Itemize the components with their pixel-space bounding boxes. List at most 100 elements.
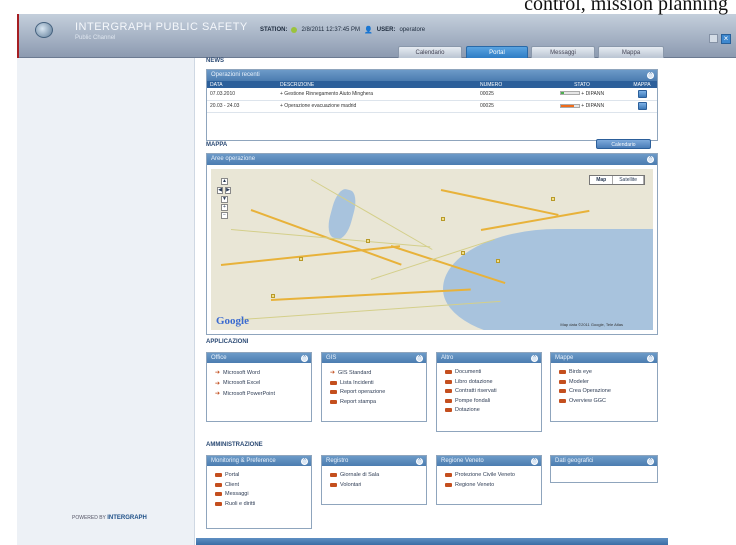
collapse-icon[interactable]: ^	[416, 355, 423, 362]
map-type-map[interactable]: Map	[590, 176, 614, 184]
list-item[interactable]: Report stampa	[330, 399, 420, 405]
city-marker	[271, 294, 275, 298]
list-item-label: Client	[225, 481, 240, 488]
pan-left-icon[interactable]: ◀	[217, 187, 223, 194]
folder-icon	[215, 482, 222, 487]
progress-bar	[559, 103, 580, 108]
map-panel: Aree operazione ^ ▲ ◀ ▶ ▼ + − Map Satell…	[206, 153, 658, 335]
folder-icon	[330, 482, 337, 487]
list-item[interactable]: Regione Veneto	[445, 482, 535, 488]
collapse-icon[interactable]: ^	[531, 355, 538, 362]
folder-icon	[559, 398, 566, 403]
list-item-label: Contratti riservati	[455, 388, 497, 394]
close-button[interactable]: ×	[721, 34, 731, 44]
app-card-mappe: Mappe ^ Birds eye Modeler Crea Operazione…	[550, 352, 658, 422]
list-item[interactable]: Client	[215, 482, 305, 488]
zoom-in-icon[interactable]: +	[221, 204, 228, 211]
card-header: Regione Veneto ^	[437, 456, 541, 466]
pan-down-icon[interactable]: ▼	[221, 196, 228, 203]
list-item[interactable]: ➔ Microsoft Word	[215, 369, 305, 377]
list-item[interactable]: Messaggi	[215, 491, 305, 497]
list-item[interactable]: Documenti	[445, 369, 535, 375]
list-item[interactable]: Modeler	[559, 379, 651, 385]
top-bar: INTERGRAPH PUBLIC SAFETY Public Channel …	[17, 14, 736, 60]
cell-number: 00025	[477, 88, 537, 101]
powered-by: POWERED BY INTERGRAPH	[72, 515, 147, 521]
folder-icon	[330, 380, 337, 385]
cell-description[interactable]: + Operazione evacuazione madrid	[277, 100, 477, 113]
pan-up-icon[interactable]: ▲	[221, 178, 228, 185]
arrow-icon: ➔	[215, 391, 221, 397]
arrow-icon: ➔	[215, 370, 221, 376]
station-value: 2/8/2011 12:37:45 PM	[301, 27, 361, 33]
cell-status: + DIPANN	[537, 100, 627, 113]
list-item[interactable]: Giornale di Sala	[330, 472, 420, 478]
collapse-icon[interactable]: ^	[301, 355, 308, 362]
minimize-button[interactable]	[709, 34, 718, 43]
road	[270, 288, 471, 301]
calendar-button[interactable]: Calendario	[596, 139, 651, 149]
list-item[interactable]: Portal	[215, 472, 305, 478]
bottom-bar	[196, 538, 668, 545]
app-card-altro: Altro ^ Documenti Libro dotazione Contrat…	[436, 352, 542, 432]
list-item-label: Giornale di Sala	[340, 472, 380, 478]
list-item[interactable]: ➔ Microsoft Excel	[215, 380, 305, 387]
map-type-satellite[interactable]: Satellite	[613, 176, 644, 184]
collapse-icon[interactable]: ^	[647, 156, 654, 163]
cell-map	[627, 88, 657, 101]
collapse-icon[interactable]: ^	[531, 458, 538, 465]
city-marker	[461, 251, 465, 255]
list-item[interactable]: Ruoli e diritti	[215, 501, 305, 507]
user-value: operatore	[399, 27, 426, 33]
list-item[interactable]: Dotazione	[445, 407, 535, 413]
status-text: + DIPANN	[581, 90, 605, 97]
city-marker	[496, 259, 500, 263]
list-item[interactable]: ➔ GIS Standard	[330, 369, 420, 377]
collapse-icon[interactable]: ^	[647, 458, 654, 465]
brand-title: INTERGRAPH PUBLIC SAFETY	[75, 21, 248, 33]
zoom-control: ▲ ◀ ▶ ▼ + −	[216, 177, 232, 220]
folder-icon	[559, 379, 566, 384]
cell-status: + DIPANN	[537, 88, 627, 101]
card-title: Monitoring & Preference	[211, 458, 276, 464]
list-item[interactable]: ➔ Microsoft PowerPoint	[215, 390, 305, 398]
cell-description[interactable]: + Gestione Rinnegamento Aiuto Minghera	[277, 88, 477, 101]
admin-card-dati: Dati geografici ^	[550, 455, 658, 483]
folder-icon	[445, 398, 452, 403]
progress-bar	[559, 91, 580, 96]
pan-right-icon[interactable]: ▶	[225, 187, 231, 194]
list-item[interactable]: Volontari	[330, 482, 420, 488]
cell-map	[627, 100, 657, 113]
list-item-label: Report operazione	[340, 389, 386, 395]
collapse-icon[interactable]: ^	[647, 355, 654, 362]
list-item[interactable]: Libro dotazione	[445, 379, 535, 385]
collapse-icon[interactable]: ^	[301, 458, 308, 465]
list-item[interactable]: Pompe fondali	[445, 398, 535, 404]
col-header: MAPPA	[627, 81, 657, 88]
map-button[interactable]	[637, 102, 647, 110]
card-list: Portal Client Messaggi Ruoli e diritti	[207, 466, 311, 507]
map-button[interactable]	[637, 89, 647, 98]
list-item[interactable]: Lista Incidenti	[330, 380, 420, 386]
card-header: Altro ^	[437, 353, 541, 363]
collapse-icon[interactable]: ^	[647, 72, 654, 79]
list-item-label: Messaggi	[225, 491, 249, 497]
folder-icon	[445, 473, 452, 477]
cell-date: 07.03.2010	[207, 88, 277, 101]
powered-by-label: POWERED BY	[72, 515, 106, 521]
list-item[interactable]: Birds eye	[559, 369, 651, 375]
list-item[interactable]: Crea Operazione	[559, 388, 651, 394]
collapse-icon[interactable]: ^	[416, 458, 423, 465]
folder-icon	[445, 379, 452, 384]
list-item[interactable]: Protezione Civile Veneto	[445, 472, 535, 478]
map-view[interactable]: ▲ ◀ ▶ ▼ + − Map Satellite Google Map dat…	[211, 169, 653, 330]
zoom-out-icon[interactable]: −	[221, 212, 228, 219]
list-item[interactable]: Overview GGC	[559, 398, 651, 404]
table-row[interactable]: 20.03 - 24.03 + Operazione evacuazione m…	[207, 100, 657, 113]
list-item[interactable]: Report operazione	[330, 389, 420, 395]
card-title: Office	[211, 355, 227, 361]
admin-card-regione: Regione Veneto ^ Protezione Civile Veneto…	[436, 455, 542, 505]
list-item[interactable]: Contratti riservati	[445, 388, 535, 394]
table-row[interactable]: 07.03.2010 + Gestione Rinnegamento Aiuto…	[207, 88, 657, 101]
cell-date: 20.03 - 24.03	[207, 100, 277, 113]
